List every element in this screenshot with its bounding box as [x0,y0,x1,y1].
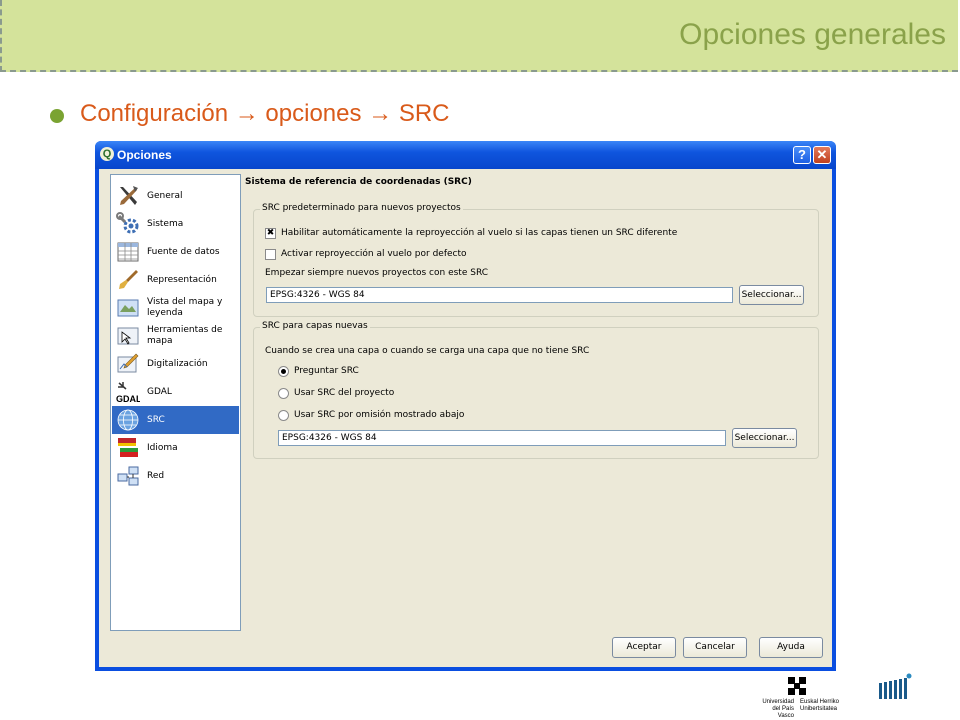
new-project-crs-label: Empezar siempre nuevos proyectos con est… [265,268,489,278]
help-title-button[interactable]: ? [793,146,811,164]
nav-item-sistema[interactable]: Sistema [112,210,239,238]
window-title: Opciones [117,148,172,162]
nav-label: Vista del mapa y leyenda [147,297,223,318]
enable-otf-reprojection-checkbox[interactable]: ✖ [265,228,276,239]
group-legend: SRC para capas nuevas [260,321,370,331]
nav-label: Sistema [147,218,184,229]
options-nav-list[interactable]: General Sistema Fuente de datos Represen… [110,174,241,631]
use-project-crs-label: Usar SRC del proyecto [294,388,395,398]
ehu-line-1: Euskal Herriko [800,699,840,705]
use-project-crs-radio[interactable] [278,388,289,399]
group-default-crs: SRC predeterminado para nuevos proyectos… [253,203,819,317]
nav-label: Fuente de datos [147,246,220,257]
prompt-crs-label: Preguntar SRC [294,366,359,376]
close-button[interactable]: ✕ [813,146,831,164]
nav-label: Red [147,470,165,481]
nav-label: GDAL [147,386,172,397]
help-button[interactable]: Ayuda [759,637,823,658]
accept-button[interactable]: Aceptar [612,637,676,658]
nav-label: Representación [147,274,217,285]
upv-line-1: Universidad [762,699,794,705]
title-bar[interactable]: Q Opciones ? ✕ [95,141,836,169]
nav-item-general[interactable]: General [112,182,239,210]
default-layer-crs-field[interactable]: EPSG:4326 - WGS 84 [278,430,726,446]
nav-item-herramientas-de-mapa[interactable]: Herramientas de mapa [112,322,239,350]
slide-header: Opciones generales [0,0,958,72]
group-legend: SRC predeterminado para nuevos proyectos [260,203,463,213]
ehu-text: Euskal Herriko Unibertsitatea [800,699,840,713]
default-otf-reprojection-label: Activar reproyección al vuelo por defect… [281,249,467,259]
select-layer-crs-button[interactable]: Seleccionar... [732,428,797,448]
ehu-line-2: Unibertsitatea [800,706,838,712]
group-new-layers-crs: SRC para capas nuevas Cuando se crea una… [253,321,819,459]
nav-item-fuente-de-datos[interactable]: Fuente de datos [112,238,239,266]
university-logos: Universidad del País Vasco Euskal Herrik… [760,673,950,720]
options-dialog: Q Opciones ? ✕ General Sistema Fuente de… [95,141,836,671]
globe-icon [117,409,139,431]
brush-icon [119,270,138,289]
engineering-school-logo [879,673,912,699]
dialog-client: General Sistema Fuente de datos Represen… [99,169,832,667]
enable-otf-reprojection-label: Habilitar automáticamente la reproyecció… [281,228,678,238]
wrench-gear-icon [116,212,139,234]
cancel-button[interactable]: Cancelar [683,637,747,658]
bullet-text: Configuración → opciones → SRC [80,100,450,127]
nav-label: General [147,190,183,201]
upv-text: Universidad del País Vasco [760,699,794,720]
new-layer-crs-description: Cuando se crea una capa o cuando se carg… [265,346,590,356]
nav-item-red[interactable]: Red [112,462,239,490]
gdal-icon: GDAL [116,382,140,404]
nav-label: Idioma [147,442,178,453]
nav-label: Herramientas de mapa [147,325,223,346]
nav-item-digitalizacion[interactable]: Digitalización [112,350,239,378]
nav-item-gdal[interactable]: GDAL GDAL [112,378,239,406]
map-tools-icon [117,327,139,345]
nav-item-representacion[interactable]: Representación [112,266,239,294]
prompt-crs-radio[interactable] [278,366,289,377]
tools-icon [120,186,138,205]
svg-text:GDAL: GDAL [116,394,140,404]
nav-item-vista-del-mapa[interactable]: Vista del mapa y leyenda [112,294,239,322]
map-view-icon [117,299,139,317]
upv-line-2: del País Vasco [772,706,794,719]
network-icon [117,466,139,486]
qgis-app-icon: Q [100,147,114,161]
nav-item-idioma[interactable]: Idioma [112,434,239,462]
flags-icon [118,438,138,457]
bullet-dot [50,109,64,123]
src-settings-panel: Sistema de referencia de coordenadas (SR… [245,169,830,629]
nav-item-src[interactable]: SRC [112,406,239,434]
section-title: Sistema de referencia de coordenadas (SR… [245,177,472,187]
project-crs-field[interactable]: EPSG:4326 - WGS 84 [266,287,733,303]
nav-label: Digitalización [147,358,208,369]
use-default-crs-radio[interactable] [278,410,289,421]
select-project-crs-button[interactable]: Seleccionar... [739,285,804,305]
use-default-crs-label: Usar SRC por omisión mostrado abajo [294,410,465,420]
default-otf-reprojection-checkbox[interactable] [265,249,276,260]
upv-ehu-logo-mark [788,677,806,695]
table-icon [117,242,139,262]
slide-title: Opciones generales [679,18,946,51]
nav-label: SRC [147,414,165,425]
digitize-icon [117,353,139,373]
